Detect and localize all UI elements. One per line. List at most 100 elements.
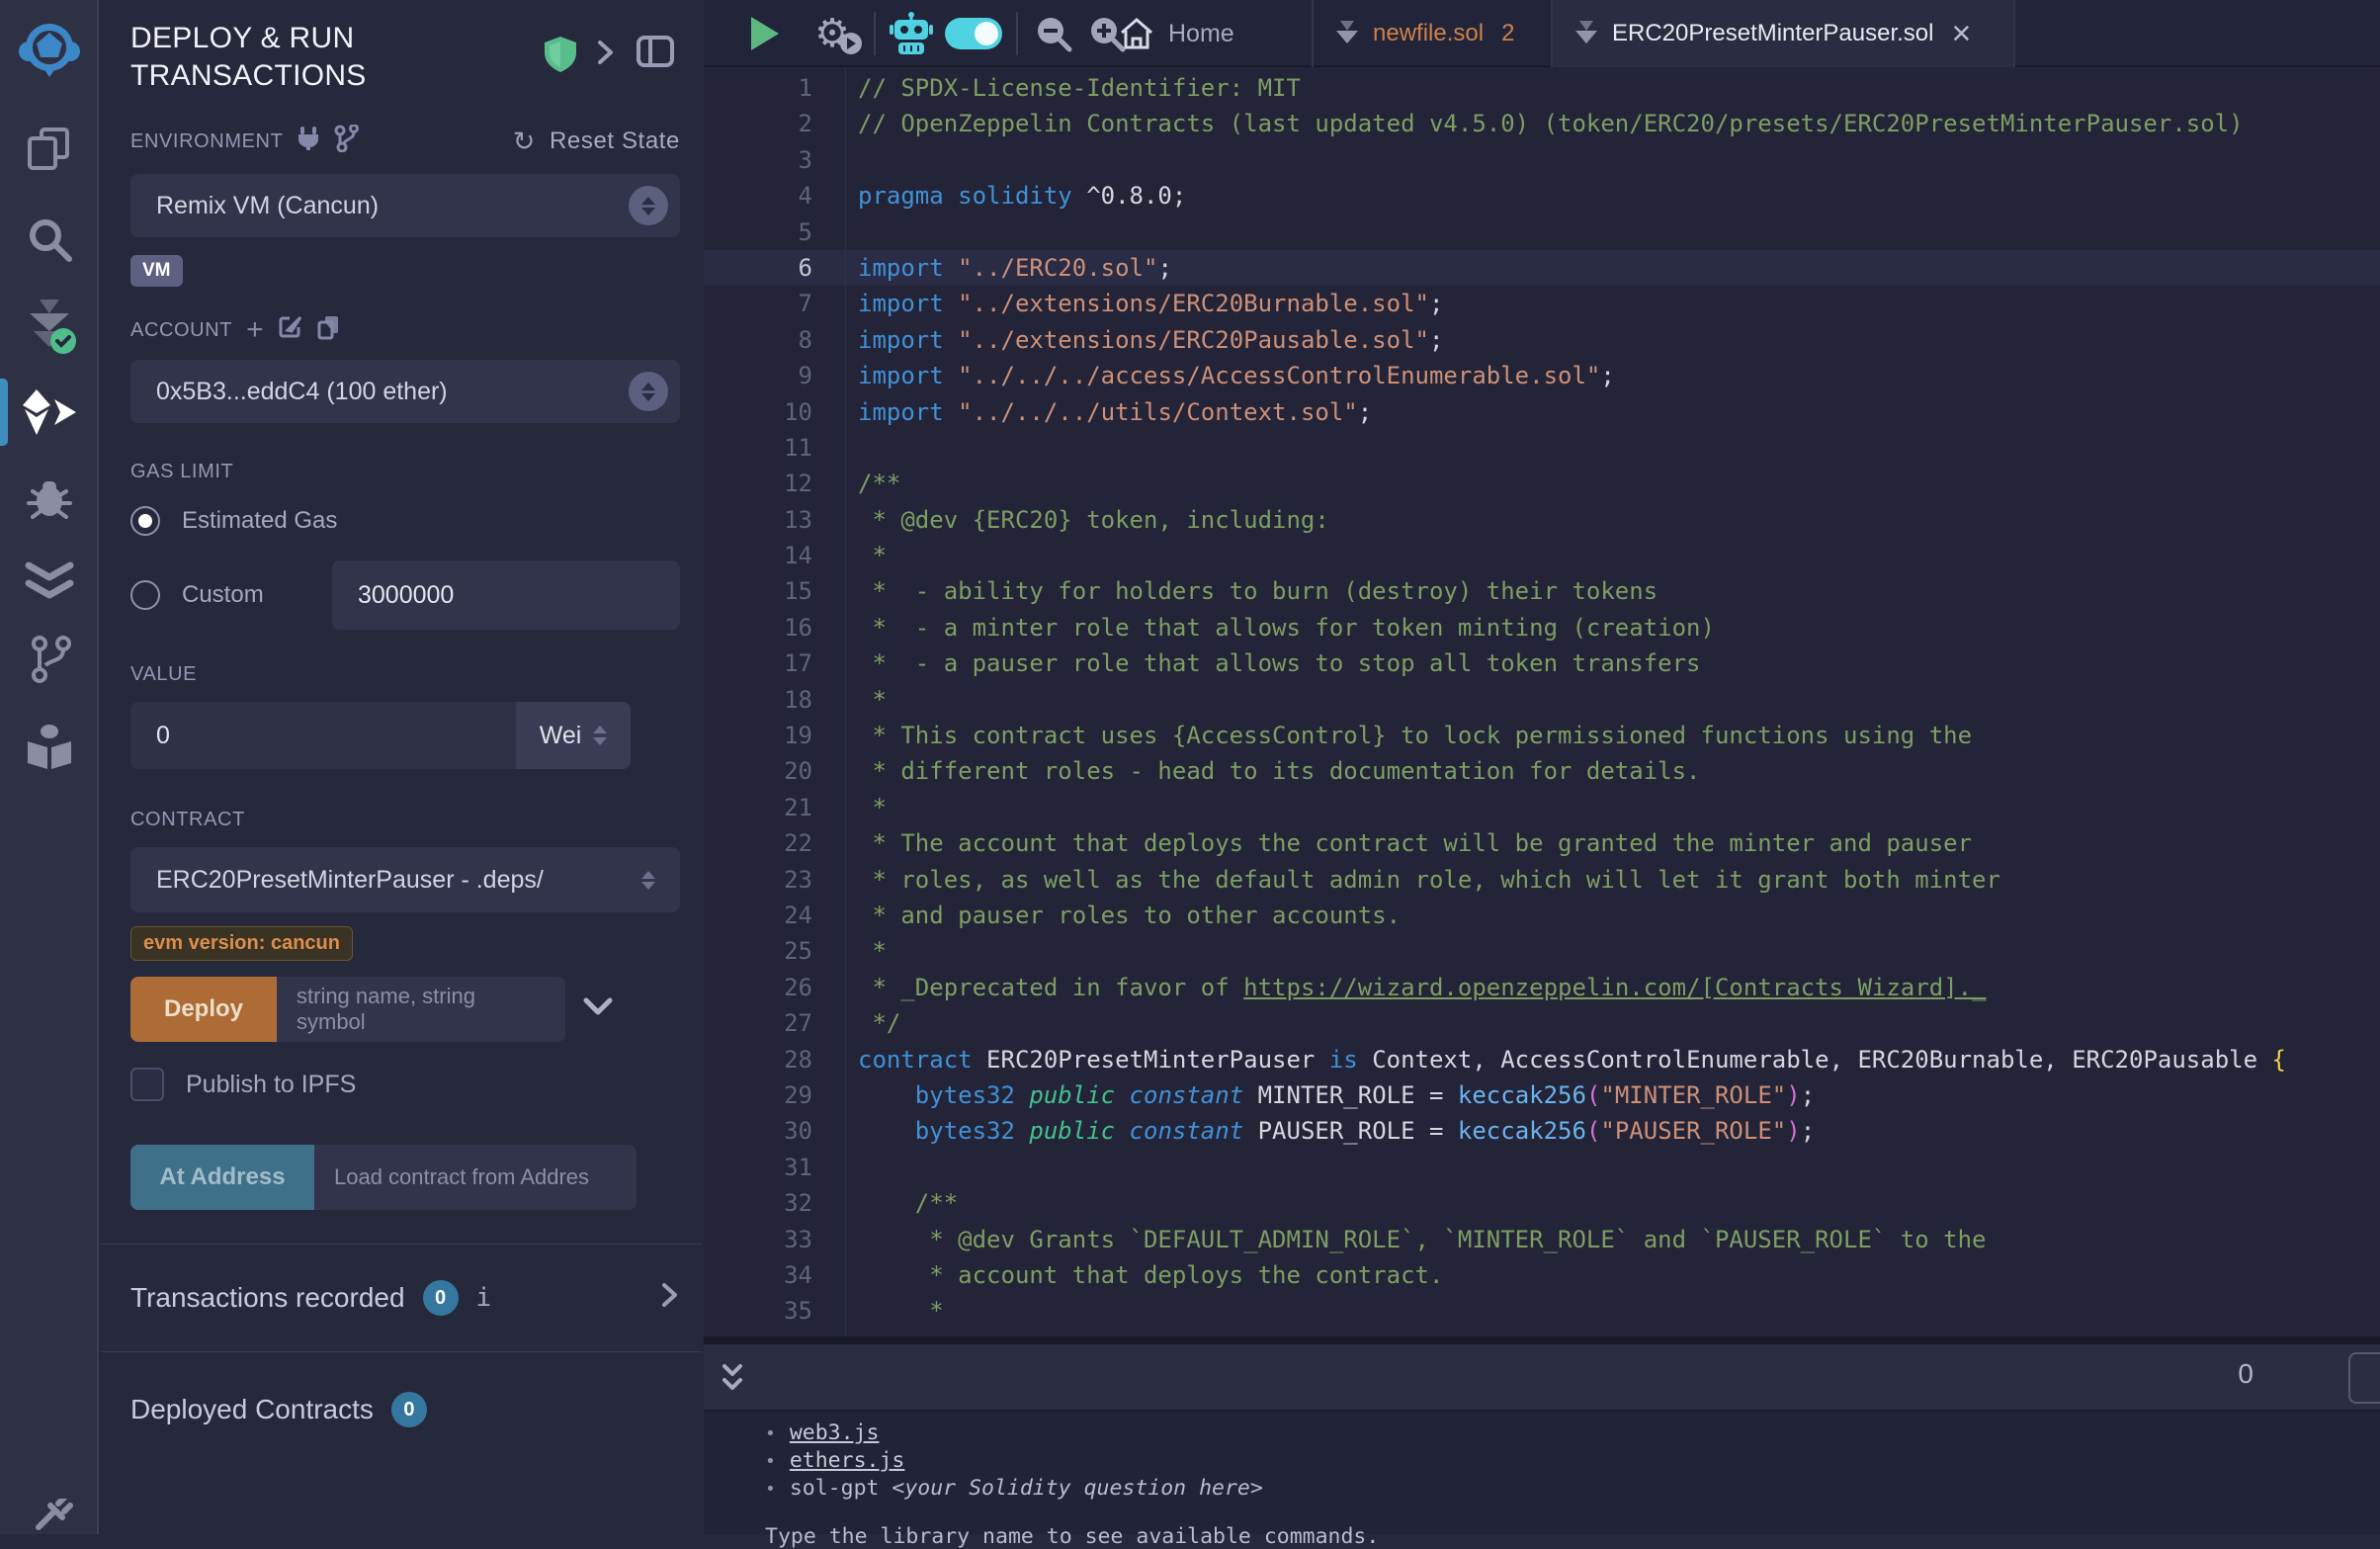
code-line[interactable]: 6import "../ERC20.sol";: [704, 250, 2380, 286]
solidity-unit-testing-icon[interactable]: [0, 554, 99, 611]
line-number: 18: [704, 682, 812, 718]
at-address-input[interactable]: Load contract from Addres: [314, 1145, 637, 1210]
code-line[interactable]: 33 * @dev Grants `DEFAULT_ADMIN_ROLE`, `…: [704, 1222, 2380, 1257]
code-line[interactable]: 13 * @dev {ERC20} token, including:: [704, 502, 2380, 538]
code-line[interactable]: 16 * - a minter role that allows for tok…: [704, 610, 2380, 645]
code-line[interactable]: 32 /**: [704, 1185, 2380, 1221]
select-stepper-icon: [629, 372, 668, 411]
environment-select[interactable]: Remix VM (Cancun): [130, 174, 680, 237]
code-line[interactable]: 23 * roles, as well as the default admin…: [704, 862, 2380, 898]
code-line[interactable]: 36 * See {ERC20-constructor}.: [704, 1330, 2380, 1336]
reset-state-icon[interactable]: ↻: [513, 131, 536, 151]
code-line[interactable]: 27 */: [704, 1005, 2380, 1041]
code-line[interactable]: 24 * and pauser roles to other accounts.: [704, 898, 2380, 933]
code-line[interactable]: 34 * account that deploys the contract.: [704, 1257, 2380, 1293]
code-editor[interactable]: 1// SPDX-License-Identifier: MIT2// Open…: [704, 67, 2380, 1336]
line-number: 14: [704, 538, 812, 573]
publish-ipfs-checkbox[interactable]: [130, 1068, 164, 1101]
pin-panel-icon[interactable]: [637, 36, 674, 72]
info-icon[interactable]: i: [476, 1283, 492, 1313]
custom-gas-radio[interactable]: [130, 580, 160, 610]
line-number: 30: [704, 1113, 812, 1149]
ai-toggle[interactable]: [941, 0, 1006, 67]
code-line[interactable]: 26 * _Deprecated in favor of https://wiz…: [704, 970, 2380, 1005]
terminal-toolbar: 0: [704, 1344, 2380, 1412]
chevron-right-icon[interactable]: [595, 40, 617, 70]
deploy-and-run-icon[interactable]: [0, 384, 99, 441]
close-tab-icon[interactable]: ×: [1951, 17, 1971, 50]
ai-copilot-button[interactable]: [884, 0, 939, 67]
reset-state-button[interactable]: Reset State: [550, 128, 680, 155]
line-number: 33: [704, 1222, 812, 1257]
code-line[interactable]: 20 * different roles - head to its docum…: [704, 753, 2380, 789]
plug-icon[interactable]: [297, 126, 320, 157]
code-line[interactable]: 12/**: [704, 466, 2380, 501]
terminal-resize-handle[interactable]: [704, 1336, 2380, 1344]
value-unit-select[interactable]: Wei: [516, 702, 631, 769]
script-config-button[interactable]: ⚙: [803, 0, 862, 67]
terminal-search-box[interactable]: [2348, 1352, 2380, 1404]
terminal-list-item[interactable]: •ethers.js: [765, 1447, 2380, 1475]
code-line[interactable]: 22 * The account that deploys the contra…: [704, 825, 2380, 861]
at-address-button[interactable]: At Address: [130, 1145, 314, 1210]
gas-limit-label: GAS LIMIT: [130, 461, 233, 483]
code-line[interactable]: 8import "../extensions/ERC20Pausable.sol…: [704, 322, 2380, 358]
evm-version-badge: evm version: cancun: [130, 926, 353, 961]
deploy-button[interactable]: Deploy: [130, 977, 277, 1042]
create-account-icon[interactable]: +: [246, 320, 264, 340]
terminal-list-item[interactable]: •web3.js: [765, 1420, 2380, 1447]
fork-environment-icon[interactable]: [334, 125, 360, 158]
code-line[interactable]: 15 * - ability for holders to burn (dest…: [704, 573, 2380, 609]
account-select[interactable]: 0x5B3...eddC4 (100 ether): [130, 360, 680, 423]
tab-newfile[interactable]: newfile.sol 2: [1314, 0, 1551, 67]
code-line[interactable]: 2// OpenZeppelin Contracts (last updated…: [704, 106, 2380, 141]
code-line[interactable]: 7import "../extensions/ERC20Burnable.sol…: [704, 286, 2380, 321]
expand-deploy-icon[interactable]: [583, 997, 613, 1022]
code-line[interactable]: 17 * - a pauser role that allows to stop…: [704, 645, 2380, 681]
line-number: 17: [704, 645, 812, 681]
code-line[interactable]: 25 *: [704, 933, 2380, 969]
code-line[interactable]: 30 bytes32 public constant PAUSER_ROLE =…: [704, 1113, 2380, 1149]
solidity-compiler-icon[interactable]: [0, 297, 99, 360]
line-number: 15: [704, 573, 812, 609]
panel-title: DEPLOY & RUN TRANSACTIONS: [130, 20, 496, 95]
code-line[interactable]: 11: [704, 430, 2380, 466]
code-line[interactable]: 5: [704, 215, 2380, 250]
code-line[interactable]: 28contract ERC20PresetMinterPauser is Co…: [704, 1042, 2380, 1077]
custom-gas-input[interactable]: 3000000: [332, 560, 680, 630]
git-icon[interactable]: [0, 631, 99, 688]
zoom-out-icon[interactable]: [1030, 0, 1077, 67]
terminal-output[interactable]: •web3.js•ethers.js•sol-gpt <your Solidit…: [704, 1412, 2380, 1534]
expand-terminal-icon[interactable]: [716, 1358, 749, 1403]
code-line[interactable]: 31: [704, 1150, 2380, 1185]
tab-home[interactable]: Home: [1119, 0, 1234, 67]
file-explorer-icon[interactable]: [0, 121, 99, 180]
plugin-manager-icon[interactable]: [0, 1499, 99, 1534]
expand-transactions-icon[interactable]: [660, 1281, 680, 1316]
code-line[interactable]: 14 *: [704, 538, 2380, 573]
learneth-icon[interactable]: [0, 718, 99, 777]
code-line[interactable]: 9import "../../../access/AccessControlEn…: [704, 358, 2380, 393]
run-script-button[interactable]: [737, 0, 793, 67]
debugger-icon[interactable]: [0, 467, 99, 526]
code-line[interactable]: 21 *: [704, 790, 2380, 825]
terminal-list-item[interactable]: •sol-gpt <your Solidity question here>: [765, 1475, 2380, 1503]
code-line[interactable]: 19 * This contract uses {AccessControl} …: [704, 718, 2380, 753]
tab-erc20presetminterpauser[interactable]: ERC20PresetMinterPauser.sol ×: [1551, 0, 2015, 67]
copy-account-icon[interactable]: [317, 314, 341, 346]
contract-select[interactable]: ERC20PresetMinterPauser - .deps/: [130, 847, 680, 912]
estimated-gas-radio[interactable]: [130, 506, 160, 536]
value-input[interactable]: 0: [130, 702, 516, 769]
code-line[interactable]: 4pragma solidity ^0.8.0;: [704, 178, 2380, 214]
code-line[interactable]: 10import "../../../utils/Context.sol";: [704, 394, 2380, 430]
search-icon[interactable]: [0, 210, 99, 269]
code-line[interactable]: 3: [704, 142, 2380, 178]
code-line[interactable]: 35 *: [704, 1293, 2380, 1329]
home-icon: [1119, 17, 1154, 50]
code-line[interactable]: 1// SPDX-License-Identifier: MIT: [704, 70, 2380, 106]
code-line[interactable]: 18 *: [704, 682, 2380, 718]
edit-account-icon[interactable]: [278, 314, 303, 346]
code-line[interactable]: 29 bytes32 public constant MINTER_ROLE =…: [704, 1077, 2380, 1113]
deploy-args-input[interactable]: string name, string symbol: [277, 977, 565, 1042]
custom-gas-label: Custom: [182, 581, 310, 609]
